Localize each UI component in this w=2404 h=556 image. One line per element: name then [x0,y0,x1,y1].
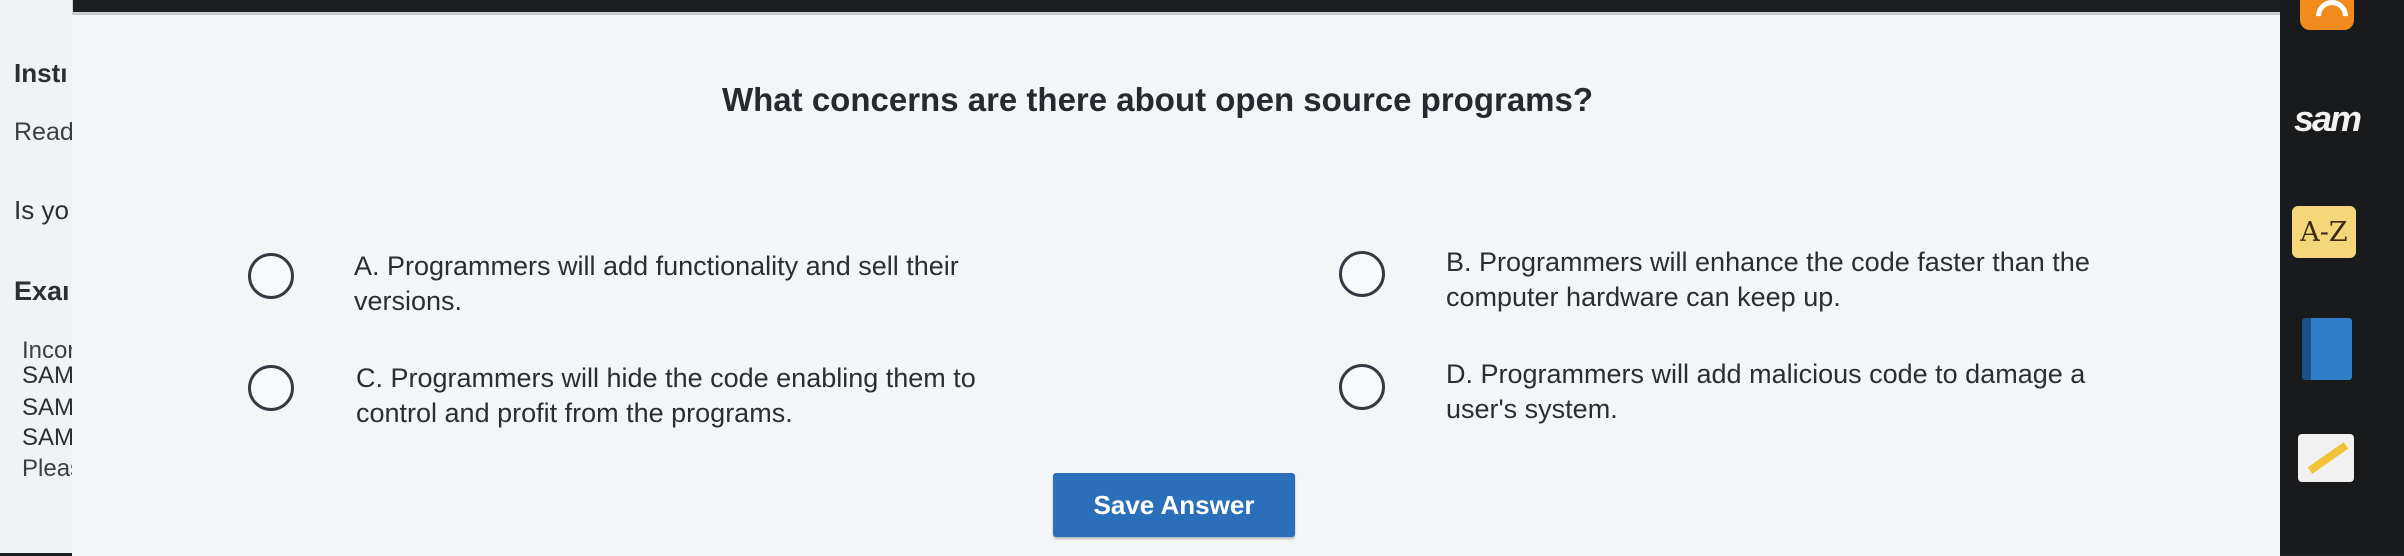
question-title: What concerns are there about open sourc… [722,81,1594,118]
exam-sam-line: SAM [22,362,73,389]
option-d-line2: user's system. [1446,394,1618,424]
option-d-label[interactable]: D. Programmers will add malicious code t… [1446,357,2166,427]
option-c-label[interactable]: C. Programmers will hide the code enabli… [356,361,1076,431]
instructions-panel: Instı Read Is yo Exaı Incor SAM SAM SAM … [0,0,73,553]
option-a-line2: versions. [354,286,463,316]
exam-please-text: Pleas [22,455,72,482]
exam-incorrect-text: Incor [22,337,73,364]
instructions-question-text: Is yo [14,195,69,225]
instructions-heading: Instı [14,58,68,88]
option-b-line1: B. Programmers will enhance the code fas… [1446,247,2090,277]
option-d-radio[interactable] [1339,364,1385,410]
save-answer-button[interactable]: Save Answer [1053,473,1295,537]
rss-icon[interactable] [2300,0,2354,30]
tools-sidebar: sam A-Z [2280,0,2404,553]
a-z-glossary-icon[interactable]: A-Z [2292,206,2356,258]
option-b-line2: computer hardware can keep up. [1446,282,1841,312]
option-a-line1: A. Programmers will add functionality an… [354,251,959,281]
option-d-line1: D. Programmers will add malicious code t… [1446,359,2086,389]
option-c-line1: C. Programmers will hide the code enabli… [356,363,976,393]
notes-icon[interactable] [2298,434,2354,482]
sam-logo: sam [2294,98,2362,139]
exam-heading: Exaı [14,276,70,306]
book-icon[interactable] [2302,318,2352,380]
option-b-radio[interactable] [1339,251,1385,297]
option-c-line2: control and profit from the programs. [356,398,793,428]
option-a-label[interactable]: A. Programmers will add functionality an… [354,249,1074,319]
instructions-read-text: Read [14,118,73,146]
option-b-label[interactable]: B. Programmers will enhance the code fas… [1446,245,2166,315]
question-panel: What concerns are there about open sourc… [72,12,2280,556]
exam-sam-line: SAM [22,394,73,421]
exam-sam-line: SAM [22,424,73,451]
option-a-radio[interactable] [248,253,294,299]
option-c-radio[interactable] [248,365,294,411]
